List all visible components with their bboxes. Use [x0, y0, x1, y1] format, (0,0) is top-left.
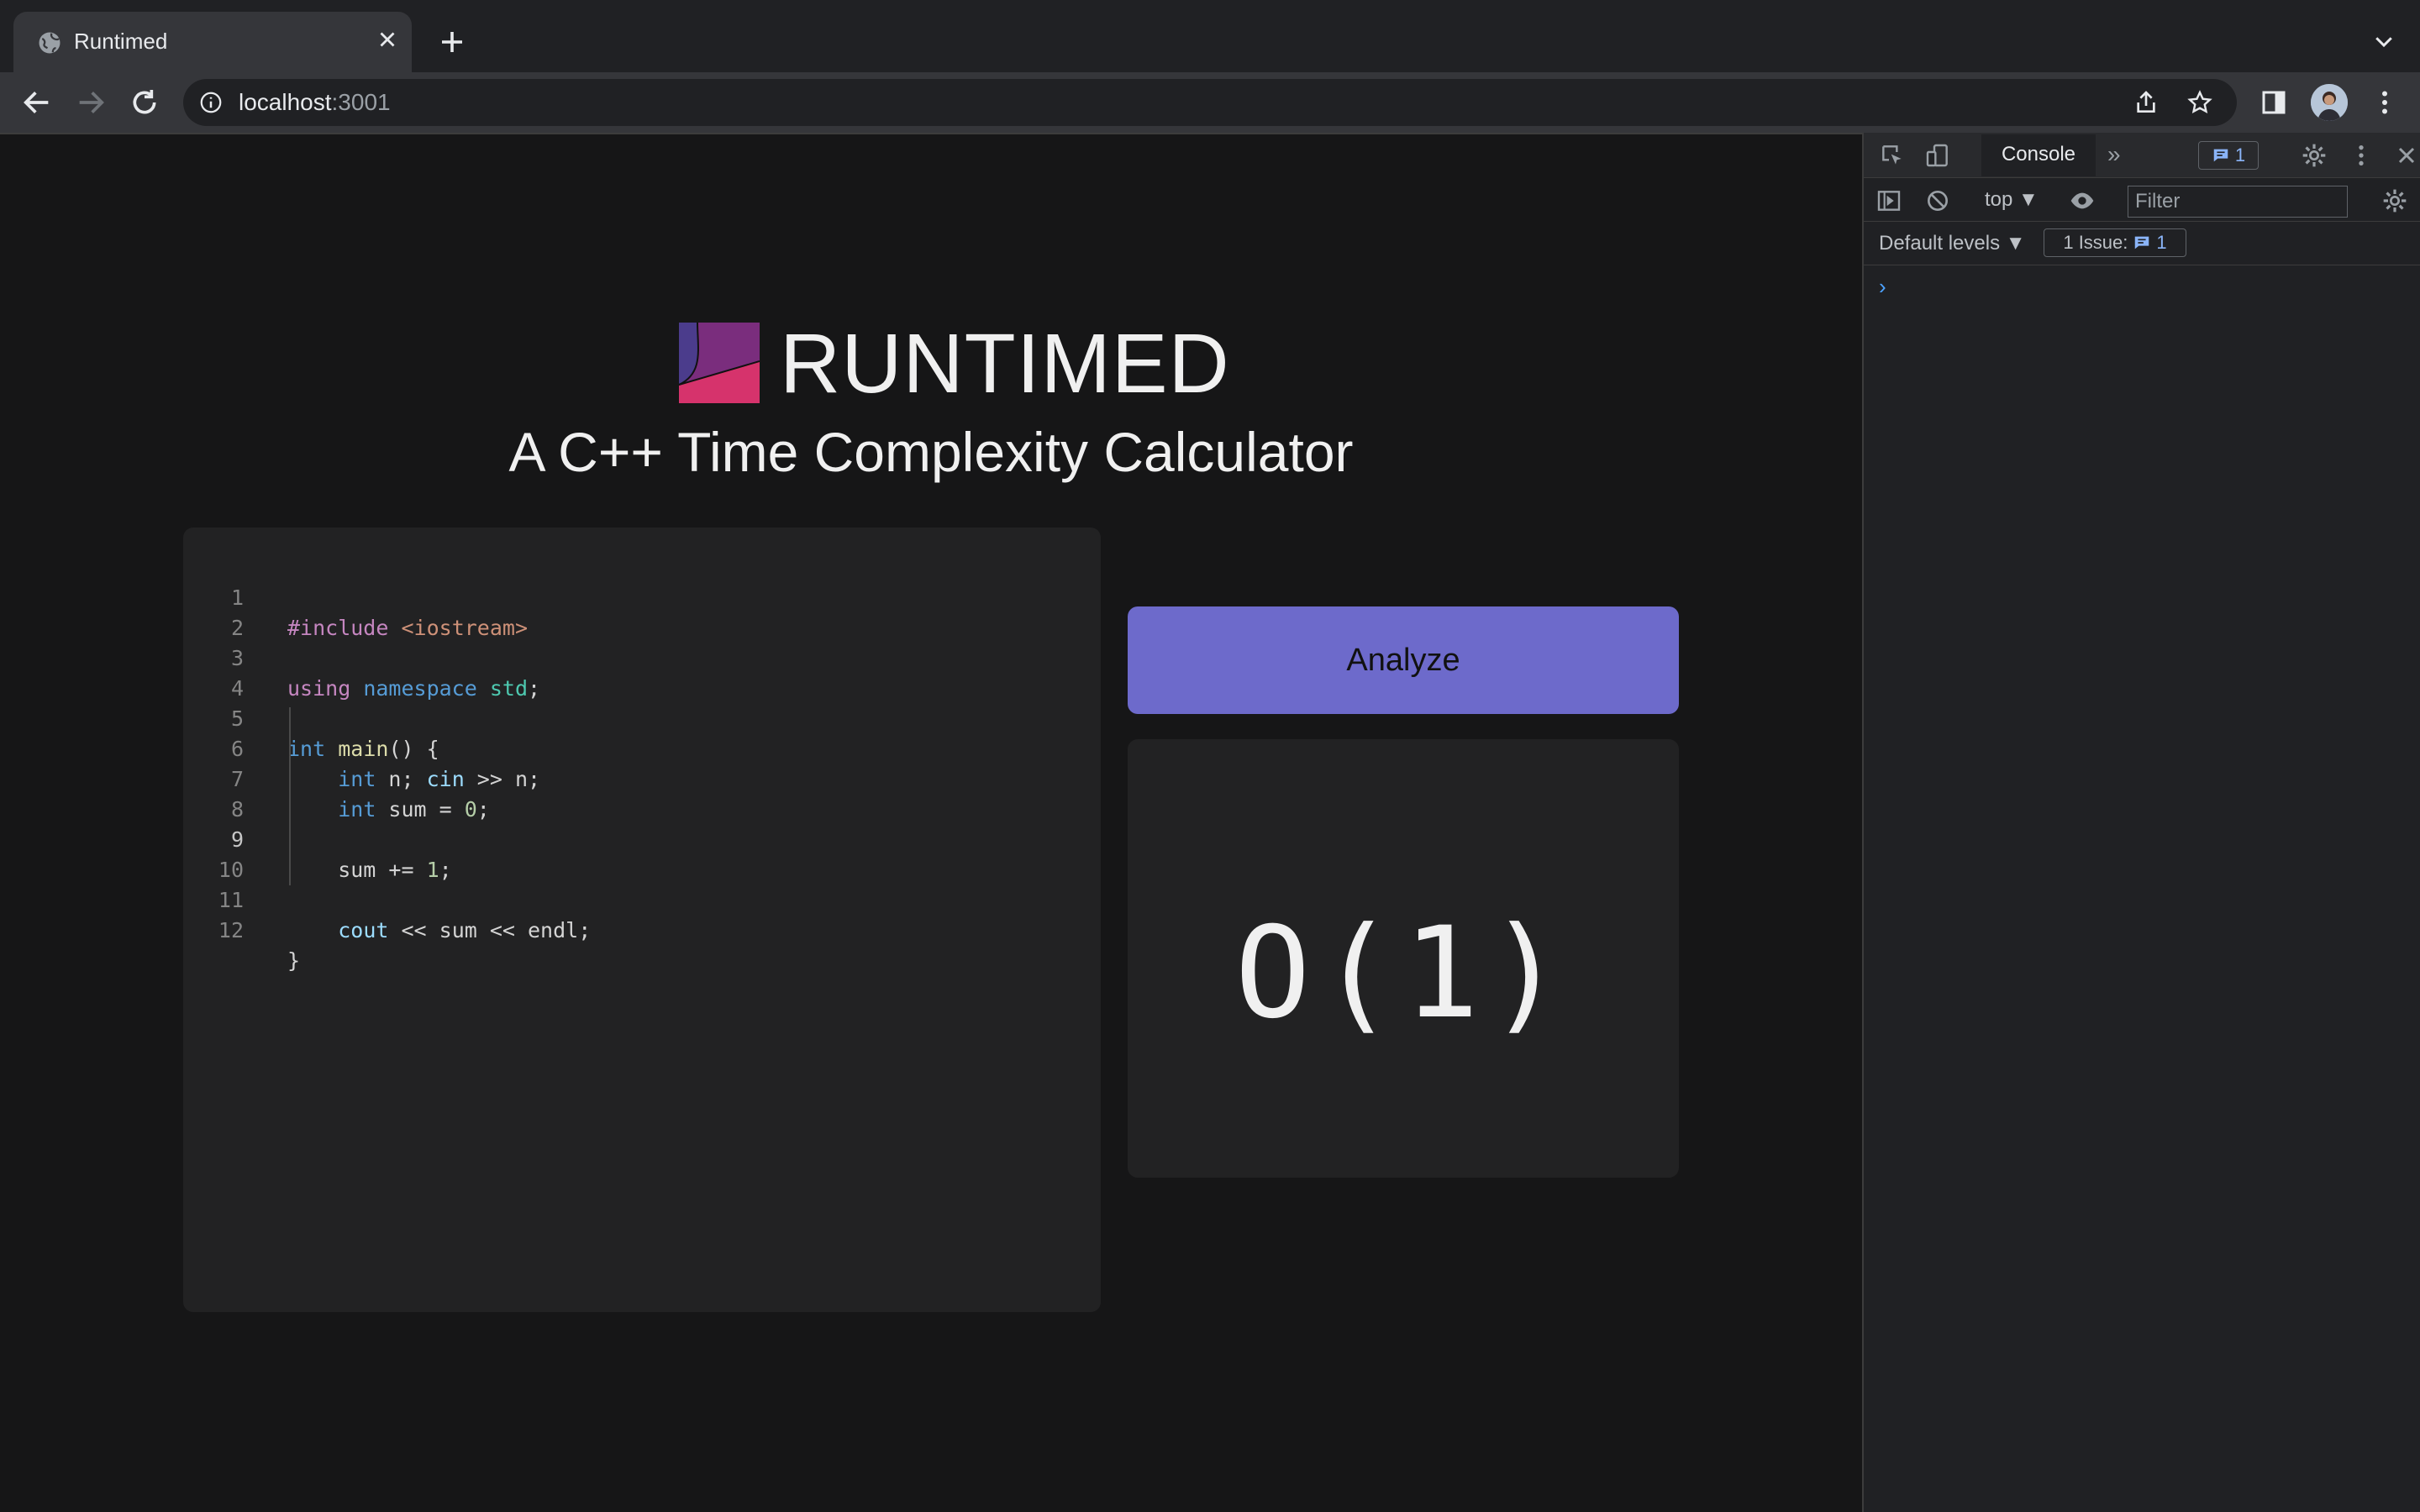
- code-line: 6 int n; cin >> n;: [183, 704, 1101, 791]
- issues-badge[interactable]: 1: [2198, 141, 2259, 170]
- more-tabs-icon[interactable]: »: [2107, 141, 2121, 168]
- url-text: localhost:3001: [239, 89, 391, 116]
- info-icon[interactable]: [198, 90, 224, 115]
- share-icon[interactable]: [2133, 89, 2160, 116]
- log-levels-label: Default levels: [1879, 232, 2001, 255]
- chevron-down-icon[interactable]: [2371, 29, 2396, 54]
- profile-photo-icon: [2311, 84, 2348, 121]
- code-line: 7 int sum = 0;: [183, 734, 1101, 822]
- issues-label: 1 Issue:: [2063, 232, 2128, 253]
- forward-icon[interactable]: [74, 86, 108, 119]
- console-settings-gear-icon[interactable]: [2381, 187, 2408, 214]
- code-text: cout << sum << endl;: [338, 918, 592, 942]
- new-tab-icon[interactable]: [437, 27, 467, 57]
- device-toolbar-icon[interactable]: [1924, 142, 1951, 169]
- context-selector[interactable]: top ▼: [1985, 188, 2039, 212]
- code-line: 5 int main() {: [183, 674, 1101, 761]
- complexity-result: O(1): [1234, 900, 1572, 1047]
- code-line: 11 cout << sum << endl;: [183, 855, 1101, 942]
- devtools-tabbar: Console » 1: [1864, 133, 2420, 178]
- page-viewport: RUNTIMED A C++ Time Complexity Calculato…: [0, 133, 1862, 1512]
- result-panel: O(1): [1128, 739, 1679, 1178]
- log-levels-dropdown[interactable]: Default levels ▼: [1879, 232, 2026, 255]
- reload-icon[interactable]: [128, 86, 161, 119]
- url-port: :3001: [331, 89, 391, 115]
- settings-gear-icon[interactable]: [2301, 142, 2328, 169]
- context-value: top: [1985, 188, 2013, 211]
- clear-console-icon[interactable]: [1924, 187, 1951, 214]
- code-line-active: 9 sum += 1;: [183, 795, 1101, 882]
- code-text: }: [287, 948, 301, 973]
- page-subtitle: A C++ Time Complexity Calculator: [508, 421, 1354, 483]
- code-line: 3 using namespace std;: [183, 613, 1101, 701]
- browser-toolbar: localhost:3001: [0, 72, 2420, 133]
- bookmark-star-icon[interactable]: [2186, 89, 2213, 116]
- console-prompt[interactable]: ›: [1879, 274, 1886, 300]
- code-line: 2: [183, 583, 1101, 640]
- code-line: 12 }: [183, 885, 1101, 973]
- sidebar-toggle-icon[interactable]: [1876, 187, 1902, 214]
- code-editor[interactable]: 1 #include <iostream> 2 3 using namespac…: [183, 528, 1101, 1312]
- devtools-menu-icon[interactable]: [2348, 142, 2375, 169]
- tab-console[interactable]: Console: [1981, 134, 2096, 176]
- analyze-button[interactable]: Analyze: [1128, 606, 1679, 714]
- message-icon: [2135, 236, 2149, 249]
- code-line: 4: [183, 643, 1101, 701]
- brand-name: RUNTIMED: [780, 317, 1230, 411]
- inspect-element-icon[interactable]: [1879, 142, 1906, 169]
- line-number: 12: [218, 918, 244, 942]
- issues-badge-count: 1: [2234, 144, 2246, 165]
- issues-counter-button[interactable]: 1 Issue: 1: [2044, 228, 2186, 257]
- console-filter-input[interactable]: Filter: [2128, 186, 2348, 218]
- runtimed-logo-icon: [679, 323, 760, 403]
- issues-count: 1: [2156, 232, 2167, 253]
- close-devtools-icon[interactable]: [2393, 142, 2420, 169]
- globe-icon: [39, 32, 60, 54]
- devtools-panel: Console » 1 top ▼ Filter Default levels …: [1862, 133, 2420, 1512]
- address-bar[interactable]: localhost:3001: [183, 79, 2237, 126]
- close-tab-icon[interactable]: [375, 27, 400, 52]
- browser-menu-icon[interactable]: [2370, 87, 2400, 118]
- tab-strip: Runtimed: [0, 0, 2420, 72]
- back-icon[interactable]: [20, 86, 54, 119]
- indent-guide: [289, 707, 291, 885]
- side-panel-icon[interactable]: [2259, 87, 2289, 118]
- url-host: localhost: [239, 89, 332, 115]
- profile-avatar[interactable]: [2311, 84, 2348, 121]
- console-toolbar: top ▼ Filter: [1864, 180, 2420, 222]
- code-line: 8: [183, 764, 1101, 822]
- eye-icon[interactable]: [2069, 187, 2096, 214]
- code-line: 10: [183, 825, 1101, 882]
- tab-title: Runtimed: [74, 29, 168, 54]
- console-levels-bar: Default levels ▼ 1 Issue: 1: [1864, 222, 2420, 265]
- message-icon: [2213, 149, 2228, 162]
- code-line: 1 #include <iostream>: [183, 553, 1101, 640]
- browser-tab[interactable]: Runtimed: [13, 12, 412, 72]
